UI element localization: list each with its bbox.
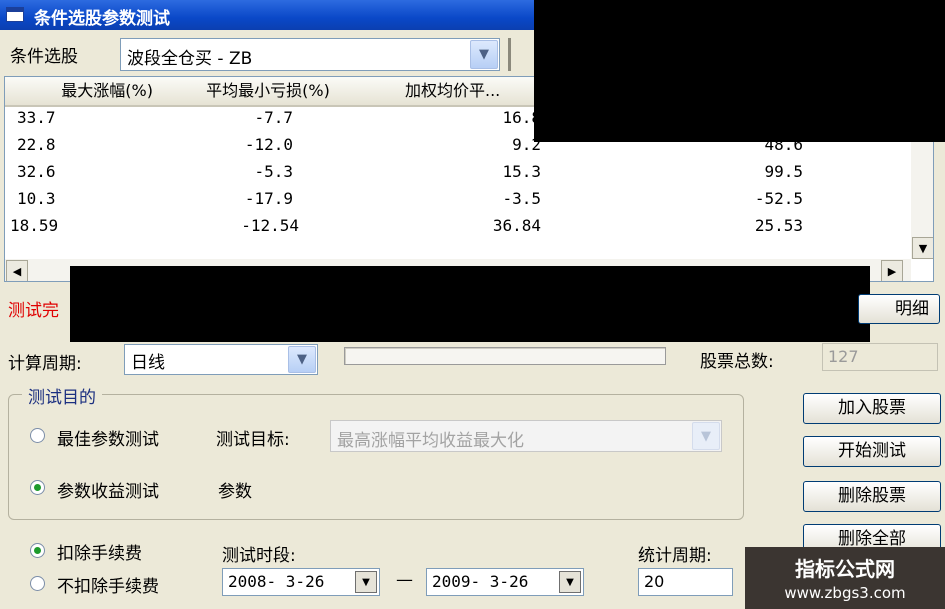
chevron-down-icon[interactable]: ▼: [559, 571, 581, 593]
column-header-avg-min-loss[interactable]: 平均最小亏损(%): [153, 77, 385, 107]
redacted-region: [70, 266, 870, 342]
end-date-value: 2009- 3-26: [432, 572, 529, 591]
arrow-left-icon[interactable]: ◀: [6, 260, 28, 281]
table-cell: -17.9: [244, 189, 293, 208]
arrow-down-icon[interactable]: ▼: [912, 237, 933, 259]
status-text: 测试完: [8, 301, 59, 321]
watermark-name: 指标公式网: [795, 557, 895, 581]
period-select-value: 日线: [131, 353, 165, 373]
no-deduct-fee-radio[interactable]: [30, 576, 45, 591]
chevron-down-icon[interactable]: ▼: [692, 422, 720, 450]
table-cell: -5.3: [254, 162, 293, 181]
table-cell: -12.54: [241, 216, 299, 235]
site-watermark: 指标公式网 www.zbgs3.com: [745, 547, 945, 609]
column-header-max-gain[interactable]: 最大涨幅(%): [5, 77, 161, 107]
table-cell: 10.3: [17, 189, 56, 208]
toolbar-divider: [508, 38, 511, 71]
delete-stock-button[interactable]: 删除股票: [803, 481, 941, 512]
test-target-label: 测试目标:: [216, 430, 290, 450]
filter-label: 条件选股: [10, 47, 78, 67]
table-cell: -52.5: [754, 189, 803, 208]
test-target-value: 最高涨幅平均收益最大化: [337, 431, 524, 451]
deduct-fee-radio[interactable]: [30, 543, 45, 558]
redacted-region: [534, 0, 945, 142]
table-cell: -7.7: [254, 108, 293, 127]
end-date-picker[interactable]: 2009- 3-26 ▼: [426, 568, 584, 596]
start-test-button[interactable]: 开始测试: [803, 436, 941, 467]
stat-period-input[interactable]: 20: [638, 568, 733, 596]
date-separator: —: [396, 570, 413, 590]
table-cell: 18.59: [10, 216, 59, 235]
stock-total-label: 股票总数:: [700, 352, 774, 372]
table-cell: -3.5: [502, 189, 541, 208]
table-cell: 36.84: [492, 216, 541, 235]
arrow-right-icon[interactable]: ▶: [881, 260, 903, 281]
table-cell: 22.8: [17, 135, 56, 154]
best-param-radio[interactable]: [30, 428, 45, 443]
period-label: 计算周期:: [8, 354, 82, 374]
table-cell: 33.7: [17, 108, 56, 127]
test-progress-bar: [344, 347, 666, 365]
test-goal-title: 测试目的: [22, 383, 102, 408]
filter-select[interactable]: 波段全仓买 - ZB ▼: [120, 38, 500, 71]
table-cell: 15.3: [502, 162, 541, 181]
chevron-down-icon[interactable]: ▼: [288, 346, 316, 373]
period-select[interactable]: 日线 ▼: [124, 344, 318, 375]
param-return-radio[interactable]: [30, 480, 45, 495]
chevron-down-icon[interactable]: ▼: [470, 40, 498, 69]
add-stock-button[interactable]: 加入股票: [803, 393, 941, 424]
table-cell: 25.53: [754, 216, 803, 235]
table-cell: 99.5: [764, 162, 803, 181]
test-target-select[interactable]: 最高涨幅平均收益最大化 ▼: [330, 420, 722, 452]
window-icon: [6, 7, 24, 22]
start-date-value: 2008- 3-26: [228, 572, 325, 591]
deduct-fee-label[interactable]: 扣除手续费: [57, 539, 142, 564]
table-cell: 32.6: [17, 162, 56, 181]
no-deduct-fee-label[interactable]: 不扣除手续费: [57, 572, 159, 597]
stat-period-label: 统计周期:: [638, 546, 712, 566]
filter-select-value: 波段全仓买 - ZB: [127, 49, 253, 69]
param-label: 参数: [218, 482, 252, 502]
best-param-label[interactable]: 最佳参数测试: [57, 425, 159, 450]
window-title: 条件选股参数测试: [34, 9, 170, 29]
detail-button[interactable]: 明细: [858, 294, 940, 324]
date-range-label: 测试时段:: [222, 546, 296, 566]
table-cell: -12.0: [244, 135, 293, 154]
chevron-down-icon[interactable]: ▼: [355, 571, 377, 593]
param-return-label[interactable]: 参数收益测试: [57, 477, 159, 502]
start-date-picker[interactable]: 2008- 3-26 ▼: [222, 568, 380, 596]
watermark-url: www.zbgs3.com: [784, 584, 906, 602]
stock-total-field: 127: [822, 343, 938, 371]
